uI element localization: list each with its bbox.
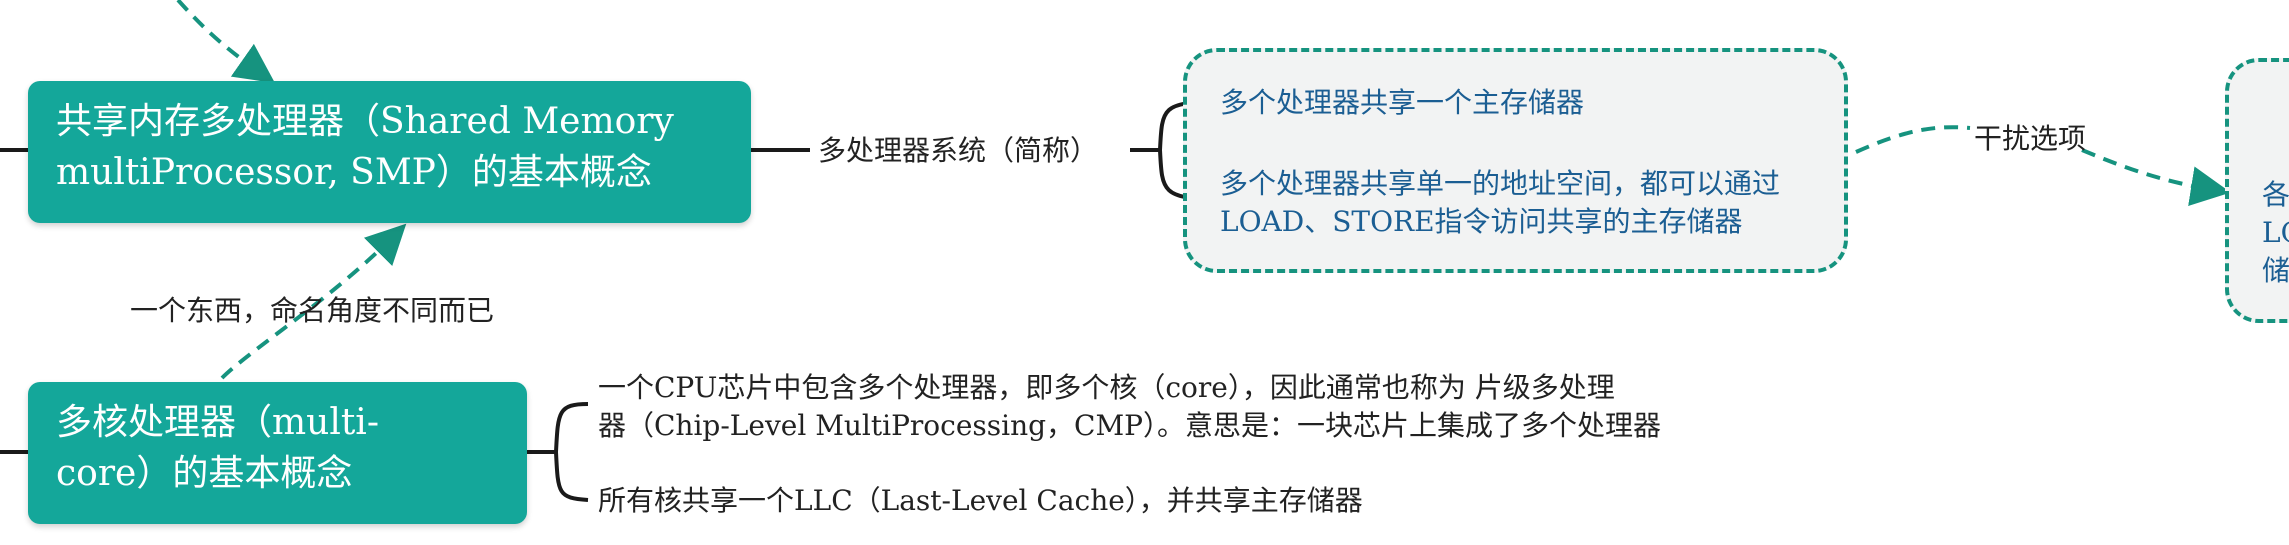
multicore-point-1-line2: 器（Chip-Level MultiProcessing，CMP）。意思是：一块…: [598, 409, 1661, 442]
smp-alias-label: 多处理器系统（简称）: [818, 134, 1099, 167]
smp-title-line1: 共享内存多处理器（Shared Memory: [56, 101, 674, 142]
interference-label: 干扰选项: [1974, 122, 2087, 155]
same-thing-label: 一个东西，命名角度不同而已: [130, 294, 495, 327]
interference-dashed-arrow: [1855, 125, 1971, 154]
smp-title-line2: multiProcessor, SMP）的基本概念: [56, 152, 652, 193]
smp-point-2-line1: 多个处理器共享单一的地址空间，都可以通过: [1220, 167, 1781, 200]
right-fragment-line1: 各: [2262, 178, 2289, 211]
multicore-title-line2: core）的基本概念: [56, 453, 353, 494]
multicore-point-1-line1: 一个CPU芯片中包含多个处理器，即多个核（core），因此通常也称为 片级多处理: [598, 371, 1615, 404]
multicore-points-bracket: [553, 402, 589, 502]
smp-point-2-line2: LOAD、STORE指令访问共享的主存储器: [1220, 205, 1743, 238]
multicore-title-line1: 多核处理器（multi-: [56, 402, 379, 443]
interference-dashed-arrow-end: [2081, 148, 2231, 206]
right-fragment-line3: 储: [2262, 254, 2289, 287]
multicore-point-2: 所有核共享一个LLC（Last-Level Cache），并共享主存储器: [598, 484, 1363, 517]
smp-point-1: 多个处理器共享一个主存储器: [1220, 86, 1585, 119]
multicore-concept-node[interactable]: 多核处理器（multi- core）的基本概念: [28, 382, 527, 524]
incoming-dashed-arrow: [176, 0, 276, 84]
right-fragment-line2: LC: [2262, 216, 2289, 249]
smp-concept-node[interactable]: 共享内存多处理器（Shared Memory multiProcessor, S…: [28, 81, 751, 223]
